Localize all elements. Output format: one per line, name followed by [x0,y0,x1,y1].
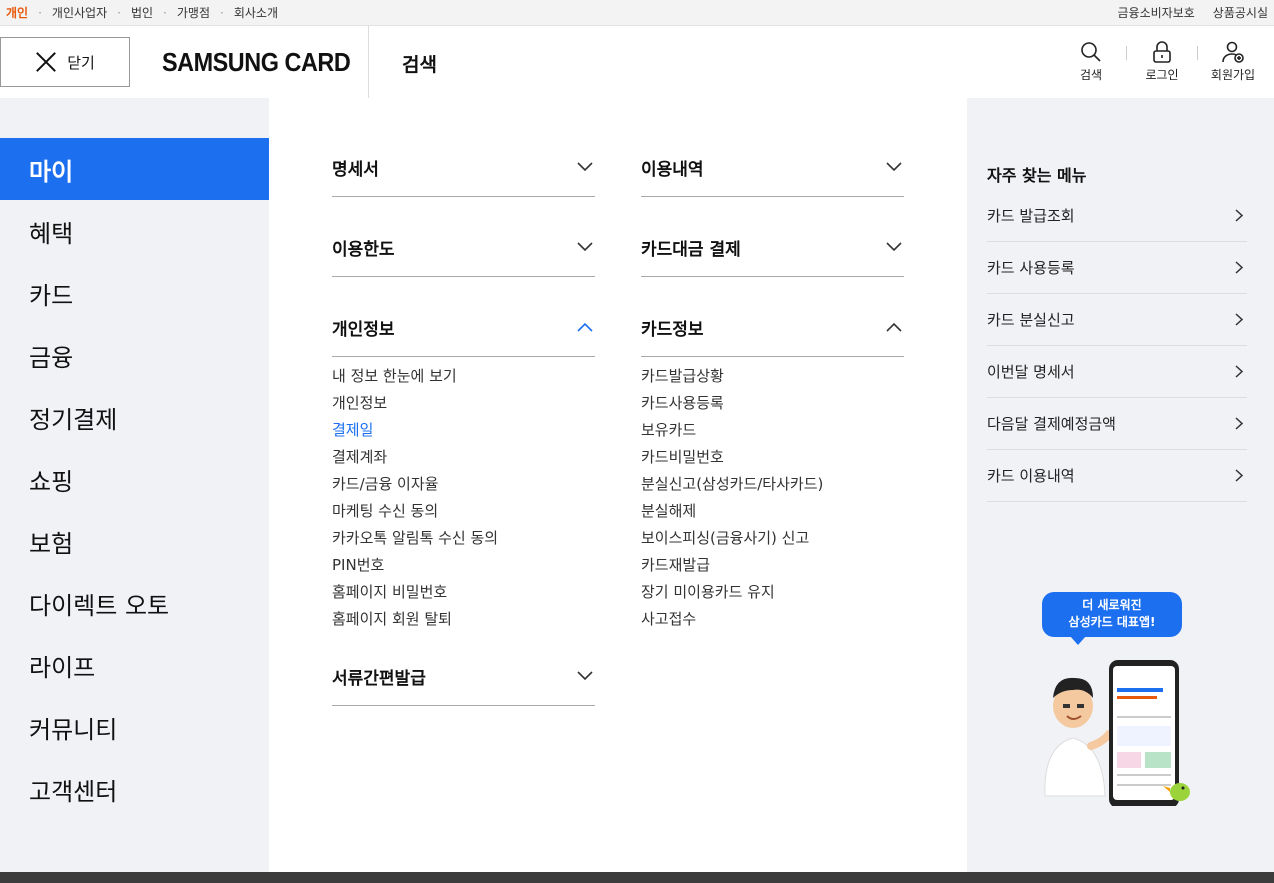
chevron-right-icon [1235,417,1243,430]
segment-link-company[interactable]: 회사소개 [234,4,278,21]
frequent-menu-item[interactable]: 카드 분실신고 [987,294,1247,346]
accordion-card-info[interactable]: 카드정보 [641,298,904,357]
header-login-button[interactable]: 로그인 [1127,40,1197,83]
nav-item-customer-center[interactable]: 고객센터 [0,758,269,820]
segment-link-business[interactable]: 개인사업자 [52,4,107,21]
menu-link[interactable]: 카드비밀번호 [641,446,904,473]
frequent-menu-item[interactable]: 다음달 결제예정금액 [987,398,1247,450]
menu-link[interactable]: 홈페이지 회원 탈퇴 [332,608,595,635]
menu-link[interactable]: 카드사용등록 [641,392,904,419]
chevron-down-icon [886,242,902,252]
utility-bar: 개인 · 개인사업자 · 법인 · 가맹점 · 회사소개 금융소비자보호 상품공… [0,0,1274,26]
accordion-documents[interactable]: 서류간편발급 [332,647,595,706]
nav-item-community[interactable]: 커뮤니티 [0,696,269,758]
frequent-menu-title: 자주 찾는 메뉴 [987,166,1087,185]
chevron-down-icon [577,242,593,252]
chevron-down-icon [886,162,902,172]
menu-link[interactable]: 카드재발급 [641,554,904,581]
frequent-menu-item[interactable]: 이번달 명세서 [987,346,1247,398]
menu-link[interactable]: 카드발급상황 [641,365,904,392]
chevron-right-icon [1235,261,1243,274]
menu-column-1: 명세서 이용한도 개인정보 내 정보 한눈에 보기 개인정보 결제일 결제계좌 … [332,138,595,706]
menu-column-2: 이용내역 카드대금 결제 카드정보 카드발급상황 카드사용등록 보유카드 카드비… [641,138,904,635]
consumer-protection-link[interactable]: 금융소비자보호 [1118,4,1195,21]
nav-item-insurance[interactable]: 보험 [0,510,269,572]
segment-link-personal[interactable]: 개인 [6,4,28,21]
menu-link[interactable]: PIN번호 [332,554,595,581]
accordion-personal-info[interactable]: 개인정보 [332,298,595,357]
nav-item-my[interactable]: 마이 [0,138,269,200]
nav-item-direct-auto[interactable]: 다이렉트 오토 [0,572,269,634]
menu-link[interactable]: 홈페이지 비밀번호 [332,581,595,608]
chevron-right-icon [1235,469,1243,482]
page-bottom-strip [0,872,1274,883]
utility-right-links: 금융소비자보호 상품공시실 [1118,4,1268,21]
menu-link[interactable]: 보이스피싱(금융사기) 신고 [641,527,904,554]
menu-panel: 명세서 이용한도 개인정보 내 정보 한눈에 보기 개인정보 결제일 결제계좌 … [269,98,967,872]
segment-link-corporate[interactable]: 법인 [131,4,153,21]
header-signup-button[interactable]: 회원가입 [1198,40,1268,83]
search-icon [1081,42,1101,62]
menu-link[interactable]: 분실해제 [641,500,904,527]
menu-link[interactable]: 보유카드 [641,419,904,446]
menu-link[interactable]: 사고접수 [641,608,904,635]
nav-item-finance[interactable]: 금융 [0,324,269,386]
accordion-card-payment[interactable]: 카드대금 결제 [641,218,904,277]
product-disclosure-link[interactable]: 상품공시실 [1213,4,1268,21]
left-nav: 마이 혜택 카드 금융 정기결제 쇼핑 보험 다이렉트 오토 라이프 커뮤니티 … [0,98,269,872]
chevron-down-icon [577,162,593,172]
frequent-menu-list: 카드 발급조회 카드 사용등록 카드 분실신고 이번달 명세서 다음달 결제예정… [987,190,1247,502]
frequent-menu-item[interactable]: 카드 발급조회 [987,190,1247,242]
menu-link[interactable]: 개인정보 [332,392,595,419]
user-add-icon [1222,41,1244,63]
segment-links: 개인 · 개인사업자 · 법인 · 가맹점 · 회사소개 [6,4,278,21]
menu-link[interactable]: 장기 미이용카드 유지 [641,581,904,608]
personal-info-list: 내 정보 한눈에 보기 개인정보 결제일 결제계좌 카드/금융 이자율 마케팅 … [332,357,595,635]
chevron-down-icon [577,671,593,681]
chevron-right-icon [1235,365,1243,378]
menu-link[interactable]: 카드/금융 이자율 [332,473,595,500]
lock-icon [1153,41,1171,63]
menu-link[interactable]: 결제계좌 [332,446,595,473]
header-search-button[interactable]: 검색 [1056,40,1126,83]
menu-link[interactable]: 분실신고(삼성카드/타사카드) [641,473,904,500]
close-button[interactable]: 닫기 [0,37,130,87]
segment-link-merchant[interactable]: 가맹점 [177,4,210,21]
menu-link-active[interactable]: 결제일 [332,419,595,446]
card-info-list: 카드발급상황 카드사용등록 보유카드 카드비밀번호 분실신고(삼성카드/타사카드… [641,357,904,635]
frequent-menu-panel: 자주 찾는 메뉴 카드 발급조회 카드 사용등록 카드 분실신고 이번달 명세서… [967,98,1274,872]
chevron-up-icon [577,322,593,332]
close-icon [35,51,57,73]
chevron-up-icon [886,322,902,332]
nav-item-recurring-payment[interactable]: 정기결제 [0,386,269,448]
menu-link[interactable]: 내 정보 한눈에 보기 [332,365,595,392]
app-promo-bubble[interactable]: 더 새로워진 삼성카드 대표앱! [1042,592,1182,645]
frequent-menu-item[interactable]: 카드 사용등록 [987,242,1247,294]
chevron-right-icon [1235,313,1243,326]
accordion-usage-limit[interactable]: 이용한도 [332,218,595,277]
nav-item-benefits[interactable]: 혜택 [0,200,269,262]
header-divider [368,26,369,98]
frequent-menu-item[interactable]: 카드 이용내역 [987,450,1247,502]
page-title: 검색 [402,54,437,76]
accordion-statement[interactable]: 명세서 [332,138,595,197]
close-label: 닫기 [67,53,95,72]
nav-item-life[interactable]: 라이프 [0,634,269,696]
menu-link[interactable]: 카카오톡 알림톡 수신 동의 [332,527,595,554]
header: 닫기 SAMSUNG CARD 검색 검색 로그인 회원가입 [0,26,1274,98]
chevron-right-icon [1235,209,1243,222]
menu-link[interactable]: 마케팅 수신 동의 [332,500,595,527]
samsung-card-logo[interactable]: SAMSUNG CARD [162,47,351,78]
nav-item-shopping[interactable]: 쇼핑 [0,448,269,510]
nav-item-card[interactable]: 카드 [0,262,269,324]
app-promo-illustration[interactable] [1033,646,1203,806]
accordion-usage-history[interactable]: 이용내역 [641,138,904,197]
header-actions: 검색 로그인 회원가입 [1056,40,1268,83]
